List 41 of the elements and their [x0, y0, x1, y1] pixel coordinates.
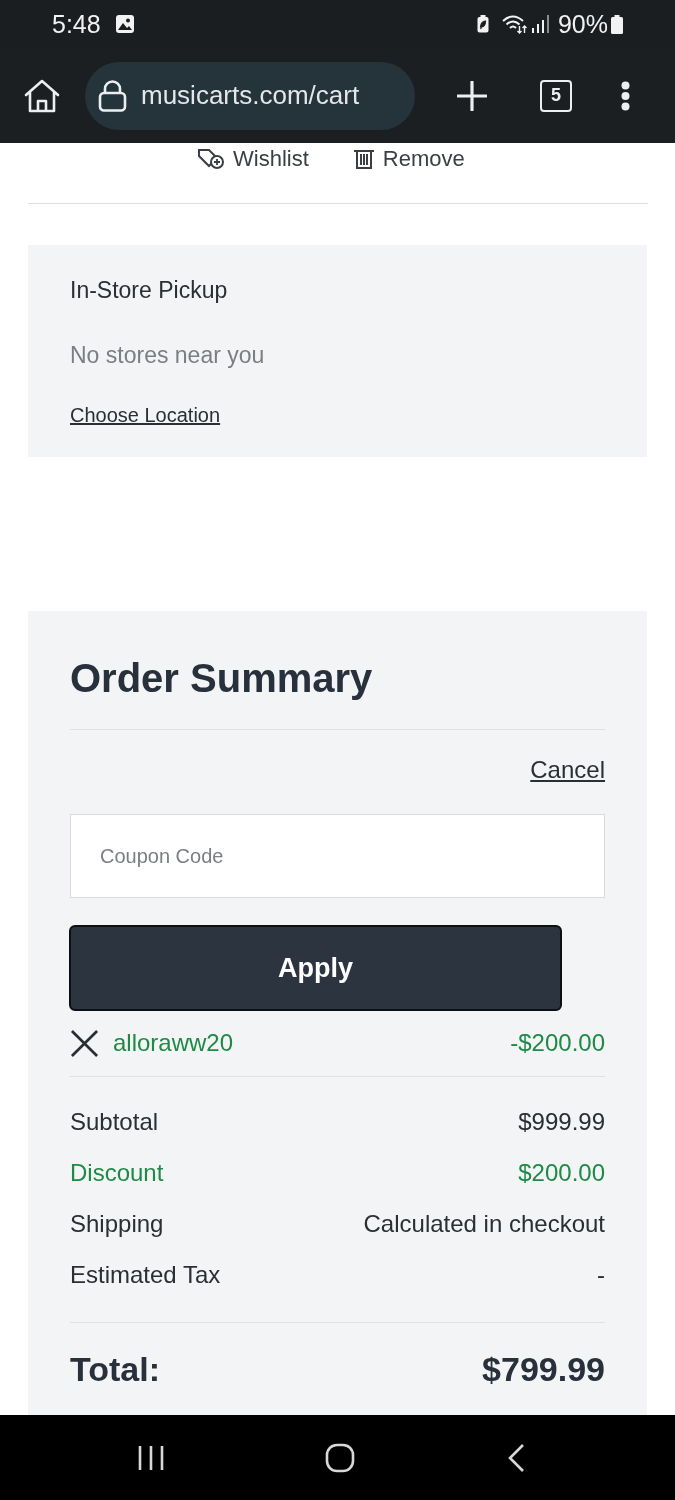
tag-plus-icon — [197, 148, 225, 170]
pickup-message: No stores near you — [70, 341, 266, 369]
battery-icon — [611, 14, 623, 34]
url-text: musicarts.com/cart — [141, 80, 360, 111]
summary-label: Discount — [70, 1158, 164, 1188]
address-bar[interactable]: musicarts.com/cart — [85, 61, 415, 130]
apply-button[interactable]: Apply — [69, 925, 562, 1011]
summary-value: $200.00 — [518, 1158, 605, 1188]
summary-value: - — [597, 1260, 605, 1290]
order-summary-title: Order Summary — [70, 655, 374, 702]
new-tab-icon[interactable] — [457, 80, 487, 111]
total-value: $799.99 — [482, 1349, 605, 1389]
remove-button[interactable]: Remove — [352, 146, 465, 172]
summary-label: Subtotal — [70, 1107, 159, 1137]
cancel-link[interactable]: Cancel — [530, 755, 605, 785]
tab-switcher-button[interactable]: 5 — [540, 79, 572, 112]
total-label: Total: — [70, 1349, 160, 1389]
status-time: 5:48 — [52, 9, 101, 39]
wifi-icon — [501, 14, 528, 34]
pickup-title: In-Store Pickup — [70, 276, 229, 304]
close-icon[interactable] — [70, 1028, 99, 1058]
recent-apps-icon[interactable] — [137, 1444, 165, 1471]
lock-icon — [98, 79, 127, 112]
summary-value: $999.99 — [518, 1107, 605, 1137]
more-options-icon[interactable] — [620, 80, 631, 111]
summary-value: Calculated in checkout — [363, 1209, 605, 1239]
choose-location-link[interactable]: Choose Location — [70, 403, 221, 427]
battery-percentage: 90% — [557, 9, 608, 39]
wishlist-button[interactable]: Wishlist — [197, 146, 309, 172]
signal-icon — [531, 15, 550, 33]
trash-icon — [352, 148, 375, 170]
coupon-code-field[interactable]: Coupon Code — [70, 814, 605, 898]
image-icon — [114, 14, 135, 34]
battery-saver-icon — [476, 15, 489, 33]
home-button-icon[interactable] — [325, 1442, 355, 1473]
coupon-amount: -$200.00 — [510, 1029, 605, 1057]
coupon-code: alloraww20 — [113, 1029, 234, 1057]
home-icon[interactable] — [24, 78, 60, 113]
summary-label: Shipping — [70, 1209, 164, 1239]
back-icon[interactable] — [507, 1442, 525, 1473]
summary-label: Estimated Tax — [70, 1260, 221, 1290]
